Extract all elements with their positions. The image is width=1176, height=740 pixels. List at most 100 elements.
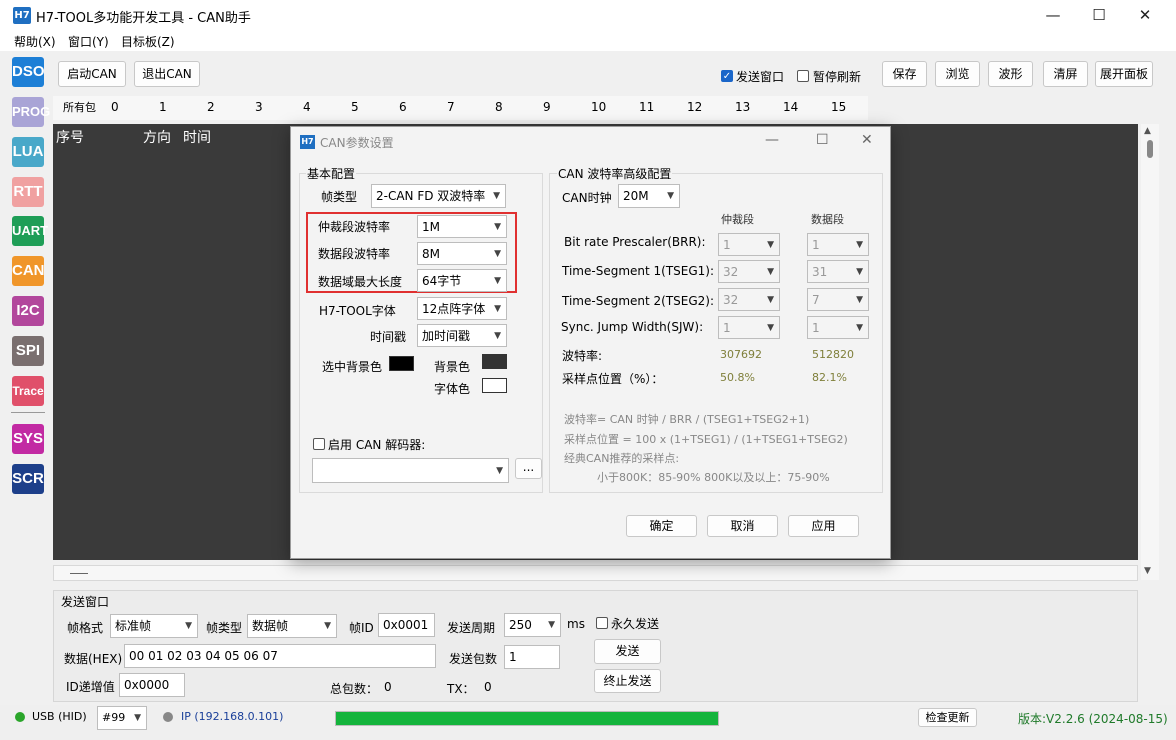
frame-id-input[interactable]: 0x0001 (378, 613, 435, 637)
tab-channel-7[interactable]: 7 (447, 100, 455, 114)
timestamp-select[interactable]: 加时间戳 ▼ (417, 324, 507, 347)
sel-bg-swatch[interactable] (389, 356, 414, 371)
data-rate-select[interactable]: 8M ▼ (417, 242, 507, 265)
tab-channel-14[interactable]: 14 (783, 100, 798, 114)
dlg-frame-type-select[interactable]: 2-CAN FD 双波特率 ▼ (371, 184, 506, 208)
wave-button[interactable]: 波形 (988, 61, 1033, 87)
tab-channel-15[interactable]: 15 (831, 100, 846, 114)
horizontal-splitter[interactable] (53, 565, 1138, 581)
data-hex-input[interactable]: 00 01 02 03 04 05 06 07 (124, 644, 436, 668)
sidebar-scr-button[interactable]: SCR (12, 464, 44, 494)
decoder-select[interactable]: ▼ (312, 458, 509, 483)
tseg2-arb-select[interactable]: 32 ▼ (718, 288, 780, 311)
tseg1-data-select[interactable]: 31 ▼ (807, 260, 869, 283)
max-len-value: 64字节 (422, 274, 462, 288)
tab-channel-9[interactable]: 9 (543, 100, 551, 114)
max-len-select[interactable]: 64字节 ▼ (417, 269, 507, 292)
send-window-checkbox[interactable]: ✓ (721, 70, 733, 82)
sidebar-uart-button[interactable]: UART (12, 216, 48, 246)
maximize-button[interactable]: ☐ (1076, 0, 1122, 31)
tseg1-arb-select[interactable]: 32 ▼ (718, 260, 780, 283)
send-panel-title: 发送窗口 (61, 595, 110, 609)
exit-can-button[interactable]: 退出CAN (134, 61, 200, 87)
start-can-button[interactable]: 启动CAN (58, 61, 126, 87)
tab-channel-12[interactable]: 12 (687, 100, 702, 114)
fg-swatch[interactable] (482, 378, 507, 393)
dialog-close-icon[interactable]: ✕ (861, 132, 873, 148)
ok-button[interactable]: 确定 (626, 515, 697, 537)
tab-channel-2[interactable]: 2 (207, 100, 215, 114)
grid-scrollbar[interactable]: ▲ ▼ (1141, 124, 1159, 580)
tab-channel-11[interactable]: 11 (639, 100, 654, 114)
sidebar-rtt-button[interactable]: RTT (12, 177, 44, 207)
tab-all-packets[interactable]: 所有包 (63, 99, 96, 115)
brp-data-select[interactable]: 1 ▼ (807, 233, 869, 256)
tab-channel-10[interactable]: 10 (591, 100, 606, 114)
cancel-button[interactable]: 取消 (707, 515, 778, 537)
tab-channel-13[interactable]: 13 (735, 100, 750, 114)
send-count-input[interactable]: 1 (504, 645, 560, 669)
frame-type-select[interactable]: 数据帧 ▼ (247, 614, 337, 638)
sidebar-trace-button[interactable]: Trace (12, 376, 44, 406)
tab-channel-8[interactable]: 8 (495, 100, 503, 114)
send-button[interactable]: 发送 (594, 639, 661, 664)
sidebar-can-button[interactable]: CAN (12, 256, 45, 286)
decoder-checkbox[interactable] (313, 438, 325, 450)
sidebar-dso-button[interactable]: DSO (12, 57, 45, 87)
check-update-button[interactable]: 检查更新 (918, 708, 977, 727)
apply-button[interactable]: 应用 (788, 515, 859, 537)
dialog-maximize-icon[interactable]: ☐ (816, 132, 829, 148)
period-select[interactable]: 250 ▼ (504, 613, 561, 637)
menu-window[interactable]: 窗口(Y) (68, 33, 109, 50)
save-button[interactable]: 保存 (882, 61, 927, 87)
tab-channel-6[interactable]: 6 (399, 100, 407, 114)
menu-help[interactable]: 帮助(X) (14, 33, 56, 50)
scroll-up-icon[interactable]: ▲ (1144, 126, 1151, 136)
forever-send-checkbox[interactable] (596, 617, 608, 629)
sidebar-lua-button[interactable]: LUA (12, 137, 44, 167)
chevron-down-icon: ▼ (494, 331, 501, 341)
minimize-button[interactable]: — (1030, 0, 1076, 31)
chevron-down-icon: ▼ (767, 267, 774, 277)
frame-type-label: 帧类型 (206, 621, 243, 635)
dialog-title: CAN参数设置 (320, 136, 394, 150)
formula-baud: 波特率= CAN 时钟 / BRR / (TSEG1+TSEG2+1) (564, 413, 810, 426)
scroll-down-icon[interactable]: ▼ (1144, 566, 1151, 576)
clear-screen-button[interactable]: 清屏 (1043, 61, 1088, 87)
tab-channel-3[interactable]: 3 (255, 100, 263, 114)
bg-swatch[interactable] (482, 354, 507, 369)
font-select[interactable]: 12点阵字体 ▼ (417, 297, 507, 320)
browse-button[interactable]: 浏览 (935, 61, 980, 87)
tab-channel-4[interactable]: 4 (303, 100, 311, 114)
menu-target-board[interactable]: 目标板(Z) (121, 33, 175, 50)
tab-channel-1[interactable]: 1 (159, 100, 167, 114)
stop-send-button[interactable]: 终止发送 (594, 669, 661, 693)
splitter-handle-icon[interactable] (70, 573, 88, 574)
chevron-down-icon: ▼ (856, 267, 863, 277)
tseg2-data-select[interactable]: 7 ▼ (807, 288, 869, 311)
sjw-data-select[interactable]: 1 ▼ (807, 316, 869, 339)
id-increment-input[interactable]: 0x0000 (119, 673, 185, 697)
decoder-browse-button[interactable]: ... (515, 458, 542, 479)
dialog-minimize-icon[interactable]: — (765, 132, 779, 148)
sidebar-i2c-button[interactable]: I2C (12, 296, 44, 326)
sidebar-sys-button[interactable]: SYS (12, 424, 44, 454)
scroll-thumb[interactable] (1147, 140, 1153, 158)
tab-channel-0[interactable]: 0 (111, 100, 119, 114)
can-clock-select[interactable]: 20M ▼ (618, 184, 680, 208)
chevron-down-icon: ▼ (856, 295, 863, 305)
pause-refresh-checkbox[interactable] (797, 70, 809, 82)
sjw-arb-select[interactable]: 1 ▼ (718, 316, 780, 339)
arb-rate-select[interactable]: 1M ▼ (417, 215, 507, 238)
send-count-label: 发送包数 (449, 652, 498, 666)
expand-panel-button[interactable]: 展开面板 (1095, 61, 1153, 87)
frame-format-select[interactable]: 标准帧 ▼ (110, 614, 198, 638)
tab-channel-5[interactable]: 5 (351, 100, 359, 114)
status-bar: USB (HID) #99 ▼ IP (192.168.0.101) 检查更新 版… (0, 705, 1176, 740)
sidebar-prog-button[interactable]: PROG (12, 97, 50, 127)
close-button[interactable]: ✕ (1122, 0, 1168, 31)
baud-arb-value: 307692 (720, 348, 762, 361)
brp-arb-select[interactable]: 1 ▼ (718, 233, 780, 256)
device-select[interactable]: #99 ▼ (97, 706, 147, 730)
sidebar-spi-button[interactable]: SPI (12, 336, 44, 366)
